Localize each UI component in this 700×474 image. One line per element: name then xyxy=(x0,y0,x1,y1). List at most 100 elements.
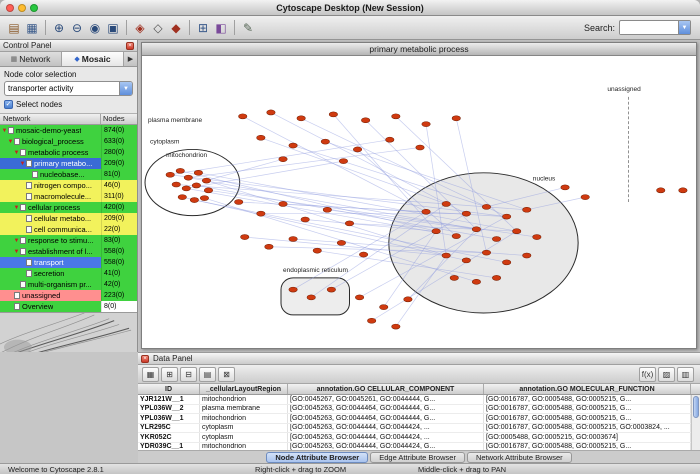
equation-builder-icon[interactable]: f(x) xyxy=(639,367,656,382)
search-input[interactable] xyxy=(620,22,678,34)
graph-node[interactable] xyxy=(657,188,665,193)
table-row[interactable]: YPL036W__1mitochondrion[GO:0045263, GO:0… xyxy=(138,414,691,424)
select-nodes-checkbox[interactable]: ✓ xyxy=(4,100,13,109)
tree-item[interactable]: ▼establishment of l...558(0) xyxy=(0,246,137,257)
tree-item[interactable]: ▼biological_process633(0) xyxy=(0,136,137,147)
new-network-from-selection-icon[interactable]: ◆ xyxy=(167,19,185,37)
delete-attribute-icon[interactable]: ⊟ xyxy=(180,367,197,382)
graph-node[interactable] xyxy=(472,279,480,284)
graph-node[interactable] xyxy=(502,214,510,219)
zoom-in-icon[interactable]: ⊕ xyxy=(50,19,68,37)
minimize-window-button[interactable] xyxy=(18,4,26,12)
tree-item[interactable]: unassigned223(0) xyxy=(0,290,137,301)
graph-node[interactable] xyxy=(523,253,531,258)
tab-network[interactable]: ▦Network xyxy=(0,52,62,66)
graph-node[interactable] xyxy=(353,147,361,152)
vizmapper-icon[interactable]: ◧ xyxy=(212,19,230,37)
tree-item[interactable]: Overview8(0) xyxy=(0,301,137,312)
tree-item[interactable]: multi-organism pr...42(0) xyxy=(0,279,137,290)
graph-node[interactable] xyxy=(392,324,400,329)
import-attributes-icon[interactable]: ▨ xyxy=(658,367,675,382)
graph-node[interactable] xyxy=(267,110,275,115)
graph-node[interactable] xyxy=(512,229,520,234)
network-graph-svg[interactable]: plasma membranecytoplasmmitochondrionnuc… xyxy=(142,56,696,348)
create-attribute-icon[interactable]: ⊞ xyxy=(161,367,178,382)
graph-node[interactable] xyxy=(452,116,460,121)
graph-node[interactable] xyxy=(492,275,500,280)
annotation-icon[interactable]: ✎ xyxy=(239,19,257,37)
table-row[interactable]: YJR121W__1mitochondrion[GO:0045267, GO:0… xyxy=(138,395,691,405)
tree-item[interactable]: nucleobase...81(0) xyxy=(0,169,137,180)
graph-node[interactable] xyxy=(337,240,345,245)
column-header[interactable]: annotation.GO CELLULAR_COMPONENT xyxy=(288,384,484,394)
tab-network-attribute-browser[interactable]: Network Attribute Browser xyxy=(467,452,572,463)
graph-node[interactable] xyxy=(279,201,287,206)
graph-node[interactable] xyxy=(359,252,367,257)
first-neighbors-icon[interactable]: ◈ xyxy=(131,19,149,37)
tree-expander-icon[interactable]: ▼ xyxy=(13,238,20,244)
graph-node[interactable] xyxy=(581,195,589,200)
graph-node[interactable] xyxy=(202,178,210,183)
graph-node[interactable] xyxy=(462,211,470,216)
tree-header-nodes[interactable]: Nodes xyxy=(101,114,137,124)
graph-node[interactable] xyxy=(533,235,541,240)
tree-item[interactable]: ▼primary metabo...209(0) xyxy=(0,158,137,169)
tree-item[interactable]: cellular metabo...209(0) xyxy=(0,213,137,224)
zoom-out-icon[interactable]: ⊖ xyxy=(68,19,86,37)
tree-item[interactable]: transport558(0) xyxy=(0,257,137,268)
tree-expander-icon[interactable]: ▼ xyxy=(7,139,14,145)
graph-node[interactable] xyxy=(450,275,458,280)
graph-node[interactable] xyxy=(472,227,480,232)
graph-node[interactable] xyxy=(380,305,388,310)
graph-node[interactable] xyxy=(234,199,242,204)
graph-node[interactable] xyxy=(679,188,687,193)
column-header[interactable]: ID xyxy=(138,384,200,394)
graph-node[interactable] xyxy=(178,195,186,200)
graph-node[interactable] xyxy=(482,250,490,255)
tree-item[interactable]: macromolecule...311(0) xyxy=(0,191,137,202)
tree-expander-icon[interactable]: ▼ xyxy=(19,161,26,167)
graph-node[interactable] xyxy=(301,217,309,222)
tree-item[interactable]: ▼mosaic-demo-yeast874(0) xyxy=(0,125,137,136)
graph-node[interactable] xyxy=(289,287,297,292)
graph-node[interactable] xyxy=(279,157,287,162)
attribute-matrix-icon[interactable]: ▥ xyxy=(677,367,694,382)
graph-node[interactable] xyxy=(313,248,321,253)
graph-node[interactable] xyxy=(442,201,450,206)
graph-node[interactable] xyxy=(386,137,394,142)
graph-node[interactable] xyxy=(166,172,174,177)
tree-expander-icon[interactable]: ▼ xyxy=(13,205,20,211)
graph-node[interactable] xyxy=(257,211,265,216)
graph-node[interactable] xyxy=(204,188,212,193)
graph-node[interactable] xyxy=(200,196,208,201)
graph-node[interactable] xyxy=(297,116,305,121)
tree-expander-icon[interactable]: ▼ xyxy=(13,249,20,255)
tab-edge-attribute-browser[interactable]: Edge Attribute Browser xyxy=(370,452,465,463)
node-color-dropdown[interactable]: transporter activity ▼ xyxy=(4,81,133,96)
graph-node[interactable] xyxy=(492,236,500,241)
graph-node[interactable] xyxy=(482,204,490,209)
graph-node[interactable] xyxy=(355,295,363,300)
tab-mosaic[interactable]: ◆Mosaic xyxy=(62,52,124,66)
table-row[interactable]: YDR039C__1mitochondrion[GO:0045263, GO:0… xyxy=(138,443,691,451)
graph-edge[interactable] xyxy=(206,159,283,180)
graph-node[interactable] xyxy=(289,143,297,148)
tree-item[interactable]: ▼response to stimu...83(0) xyxy=(0,235,137,246)
graph-node[interactable] xyxy=(422,122,430,127)
graph-node[interactable] xyxy=(327,287,335,292)
maximize-window-button[interactable] xyxy=(30,4,38,12)
tree-item[interactable]: cell communica...22(0) xyxy=(0,224,137,235)
network-canvas[interactable]: plasma membranecytoplasmmitochondrionnuc… xyxy=(142,56,696,348)
graph-node[interactable] xyxy=(339,159,347,164)
tree-item[interactable]: secretion41(0) xyxy=(0,268,137,279)
tree-item[interactable]: nitrogen compo...46(0) xyxy=(0,180,137,191)
graph-node[interactable] xyxy=(432,229,440,234)
graph-node[interactable] xyxy=(182,186,190,191)
delete-row-icon[interactable]: ⊠ xyxy=(218,367,235,382)
graph-edge[interactable] xyxy=(301,118,506,216)
tab-node-attribute-browser[interactable]: Node Attribute Browser xyxy=(266,452,368,463)
graph-node[interactable] xyxy=(392,114,400,119)
table-row[interactable]: YKR052Ccytoplasm[GO:0045263, GO:0044444,… xyxy=(138,433,691,443)
import-network-icon[interactable]: ▤ xyxy=(5,19,23,37)
zoom-fit-icon[interactable]: ▣ xyxy=(104,19,122,37)
